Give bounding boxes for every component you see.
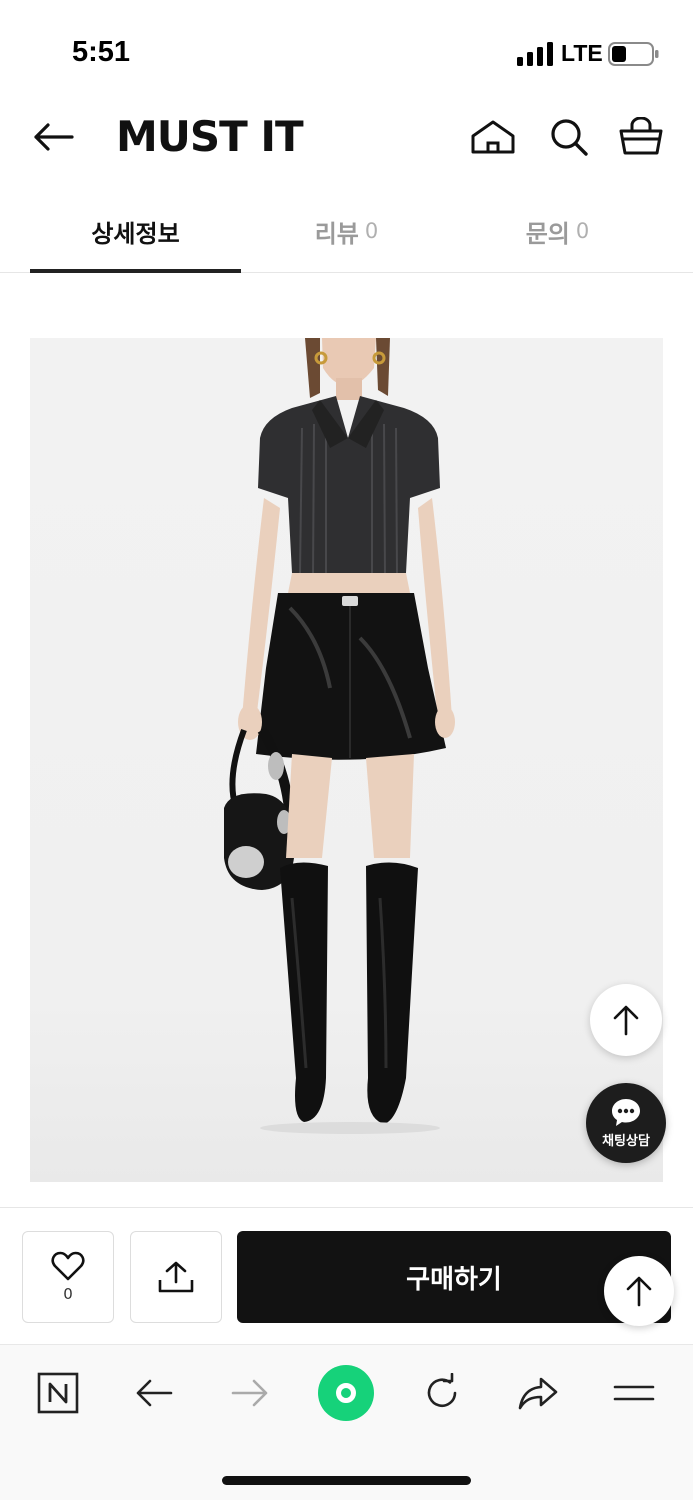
reload-icon [427,1373,457,1408]
product-detail-page: 5:51 LTE MUST IT 상세정보 리뷰 0 문의 0 채팅상담 0 구… [0,0,693,1500]
arrow-up-icon [613,1005,639,1036]
browser-back-button[interactable] [126,1367,182,1419]
naver-n-icon [37,1372,79,1414]
home-icon [471,120,515,154]
tab-label: 문의 [525,219,570,248]
tab-count: 0 [575,219,590,243]
heart-icon [51,1251,85,1281]
home-button[interactable] [466,112,520,162]
app-header: MUST IT [0,100,693,176]
tab-count: 0 [364,219,379,243]
share-upload-icon [158,1261,194,1293]
naver-green-dot-button[interactable] [318,1365,374,1421]
battery-icon [608,42,659,66]
tab-reviews[interactable]: 리뷰 0 [241,190,452,272]
status-bar: 5:51 LTE [0,0,693,100]
green-dot-icon [336,1383,356,1403]
like-count: 0 [63,1285,73,1303]
naver-home-button[interactable] [30,1367,86,1419]
shopping-basket-icon [619,117,663,155]
back-button[interactable] [28,114,78,160]
browser-share-button[interactable] [510,1367,566,1419]
arrow-up-icon [626,1276,652,1307]
tab-inquiries[interactable]: 문의 0 [452,190,663,272]
brand-logo[interactable]: MUST IT [116,112,304,161]
detail-tabs: 상세정보 리뷰 0 문의 0 [0,190,693,273]
status-time: 5:51 [72,36,131,68]
share-button[interactable] [130,1231,222,1323]
browser-menu-button[interactable] [606,1367,662,1419]
tab-label: 리뷰 [314,219,359,248]
share-arrow-icon [518,1377,558,1410]
product-image[interactable] [30,338,663,1182]
network-label: LTE [561,40,603,66]
browser-forward-button[interactable] [222,1367,278,1419]
hamburger-menu-icon [613,1385,655,1401]
scroll-to-top-button-secondary[interactable] [604,1256,674,1326]
scroll-to-top-button[interactable] [590,984,662,1056]
home-indicator [222,1476,471,1485]
like-button[interactable]: 0 [22,1231,114,1323]
chat-bubble-icon [612,1099,640,1126]
purchase-bar: 0 구매하기 [0,1207,693,1344]
signal-icon [517,42,553,66]
tab-detail-info[interactable]: 상세정보 [30,190,241,273]
arrow-left-icon [136,1379,173,1407]
arrow-right-icon [231,1379,268,1407]
search-button[interactable] [544,112,594,162]
browser-toolbar [0,1344,693,1500]
back-arrow-icon [34,123,74,151]
search-icon [551,119,588,156]
tab-label: 상세정보 [91,219,180,248]
model-illustration [224,338,455,1134]
chat-consult-button[interactable]: 채팅상담 [586,1083,666,1163]
browser-reload-button[interactable] [414,1367,470,1419]
chat-label: 채팅상담 [602,1134,650,1149]
cart-button[interactable] [614,112,668,162]
